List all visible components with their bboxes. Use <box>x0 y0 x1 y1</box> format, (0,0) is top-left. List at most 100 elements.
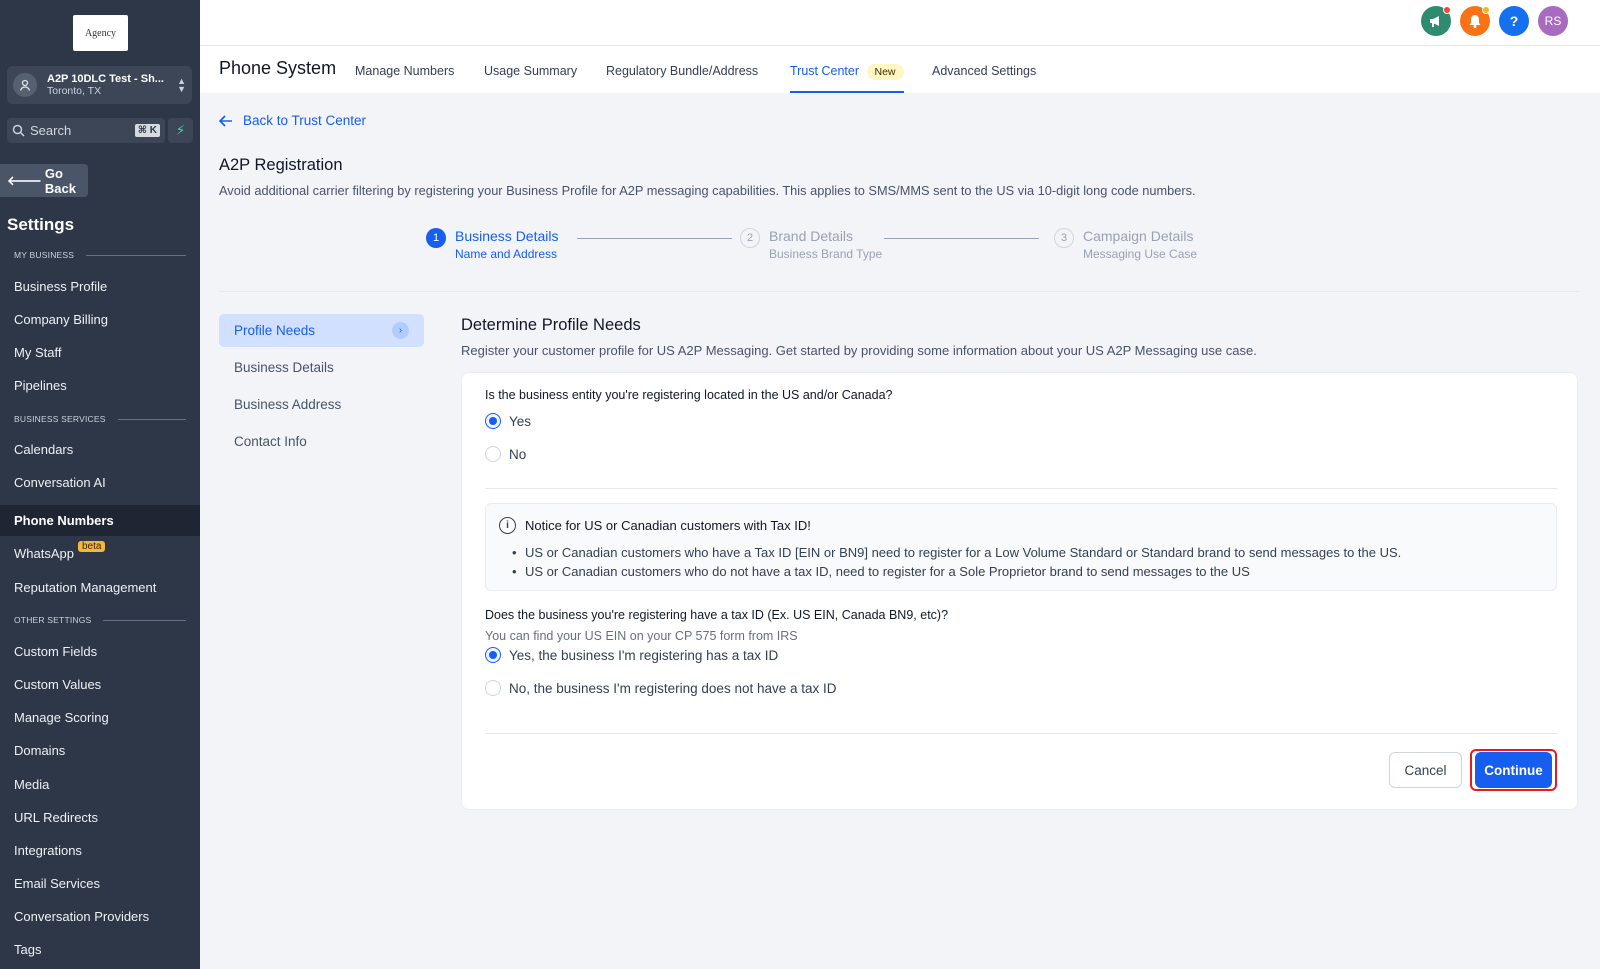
back-to-trust-center-link[interactable]: Back to Trust Center <box>219 113 366 128</box>
registration-stepper: 1 Business Details Name and Address 2 Br… <box>426 228 1226 268</box>
arrow-left-icon: 🡐 <box>7 172 42 188</box>
profile-subnav: Profile Needs › Business Details Busines… <box>219 314 424 462</box>
new-badge: New <box>866 64 904 80</box>
continue-button[interactable]: Continue <box>1475 752 1552 788</box>
step-campaign-details[interactable]: 3 Campaign Details Messaging Use Case <box>1054 228 1197 261</box>
back-link-label: Back to Trust Center <box>243 113 367 128</box>
sidebar-item-conversation-providers[interactable]: Conversation Providers <box>0 901 200 931</box>
user-avatar[interactable]: RS <box>1538 6 1568 36</box>
step-number: 2 <box>740 228 760 248</box>
chevron-right-icon: › <box>392 322 409 339</box>
search-shortcut: ⌘ K <box>134 124 160 137</box>
sidebar-item-reputation-management[interactable]: Reputation Management <box>0 572 200 602</box>
tab-advanced-settings[interactable]: Advanced Settings <box>932 64 1036 93</box>
bell-icon[interactable] <box>1460 6 1490 36</box>
megaphone-icon[interactable] <box>1421 6 1451 36</box>
page-subtitle: Avoid additional carrier filtering by re… <box>219 183 1196 198</box>
go-back-label: Go Back <box>44 165 76 196</box>
radio-label: Yes <box>509 413 532 429</box>
tab-regulatory-bundle[interactable]: Regulatory Bundle/Address <box>606 64 758 93</box>
radio-tax-id-no[interactable]: No, the business I'm registering does no… <box>485 680 837 696</box>
cancel-button[interactable]: Cancel <box>1389 752 1462 788</box>
step-number: 3 <box>1054 228 1074 248</box>
divider <box>219 291 1579 292</box>
radio-checked <box>485 647 501 663</box>
settings-title: Settings <box>7 215 75 234</box>
tabs-bar: Phone System Manage Numbers Usage Summar… <box>200 46 1600 93</box>
section-label-other-settings: OTHER SETTINGS <box>14 615 186 625</box>
sidebar-item-custom-fields[interactable]: Custom Fields <box>0 636 200 666</box>
notice-title: Notice for US or Canadian customers with… <box>525 518 811 533</box>
subnav-item-business-details[interactable]: Business Details <box>219 351 424 384</box>
sidebar-item-whatsapp[interactable]: WhatsApp beta <box>0 538 200 568</box>
step-subtitle: Business Brand Type <box>769 247 883 261</box>
tab-trust-center[interactable]: Trust Center New <box>790 64 904 93</box>
step-connector <box>577 238 732 239</box>
divider <box>485 733 1557 734</box>
quick-action-bolt-icon[interactable]: ⚡ <box>168 118 193 143</box>
subnav-item-business-address[interactable]: Business Address <box>219 388 424 421</box>
logo-text: Agency <box>84 27 117 39</box>
step-subtitle: Messaging Use Case <box>1083 247 1198 261</box>
tab-label: Trust Center <box>790 64 860 78</box>
profile-needs-card: Is the business entity you're registerin… <box>461 372 1578 810</box>
sidebar-item-conversation-ai[interactable]: Conversation AI <box>0 467 200 497</box>
tab-usage-summary[interactable]: Usage Summary <box>484 64 577 93</box>
notice-list: US or Canadian customers who have a Tax … <box>512 543 1401 581</box>
sidebar-item-company-billing[interactable]: Company Billing <box>0 304 200 334</box>
tab-manage-numbers[interactable]: Manage Numbers <box>355 64 454 93</box>
step-number: 1 <box>426 228 446 248</box>
sidebar-item-business-profile[interactable]: Business Profile <box>0 271 200 301</box>
sidebar-item-label: WhatsApp <box>14 545 74 561</box>
sidebar-item-calendars[interactable]: Calendars <box>0 434 200 464</box>
sidebar-item-my-staff[interactable]: My Staff <box>0 337 200 367</box>
tax-id-hint: You can find your US EIN on your CP 575 … <box>485 629 798 643</box>
radio-location-no[interactable]: No <box>485 446 526 462</box>
account-name: A2P 10DLC Test - Sh... <box>47 73 164 85</box>
radio-label: Yes, the business I'm registering has a … <box>509 647 779 663</box>
sidebar-item-media[interactable]: Media <box>0 769 200 799</box>
sidebar-item-integrations[interactable]: Integrations <box>0 835 200 865</box>
radio-label: No, the business I'm registering does no… <box>509 680 837 696</box>
sidebar-item-domains[interactable]: Domains <box>0 735 200 765</box>
help-icon[interactable]: ? <box>1499 6 1529 36</box>
radio-unchecked <box>485 446 501 462</box>
sidebar-item-phone-numbers[interactable]: Phone Numbers <box>0 505 200 536</box>
radio-tax-id-yes[interactable]: Yes, the business I'm registering has a … <box>485 647 778 663</box>
sidebar-item-url-redirects[interactable]: URL Redirects <box>0 802 200 832</box>
account-switcher[interactable]: A2P 10DLC Test - Sh... Toronto, TX ▲ ▼ <box>7 66 192 104</box>
search-placeholder: Search <box>30 123 72 138</box>
sidebar-item-custom-values[interactable]: Custom Values <box>0 669 200 699</box>
step-title: Business Details <box>455 228 559 244</box>
radio-location-yes[interactable]: Yes <box>485 413 531 429</box>
page-title: A2P Registration <box>219 156 343 174</box>
section-subtitle: Register your customer profile for US A2… <box>461 343 1257 358</box>
sidebar-item-manage-scoring[interactable]: Manage Scoring <box>0 702 200 732</box>
radio-label: No <box>509 446 527 462</box>
subnav-item-profile-needs[interactable]: Profile Needs › <box>219 314 424 347</box>
continue-button-highlight: Continue <box>1470 749 1557 791</box>
question-location: Is the business entity you're registerin… <box>485 388 893 402</box>
go-back-button[interactable]: 🡐 Go Back <box>0 164 88 197</box>
section-label-business-services: BUSINESS SERVICES <box>14 414 186 424</box>
app-title: Phone System <box>219 58 337 78</box>
sidebar-item-email-services[interactable]: Email Services <box>0 868 200 898</box>
info-icon: i <box>499 517 516 534</box>
sidebar-item-pipelines[interactable]: Pipelines <box>0 370 200 400</box>
radio-unchecked <box>485 680 501 696</box>
notice-bullet: US or Canadian customers who do not have… <box>512 562 1401 581</box>
step-subtitle: Name and Address <box>455 247 558 261</box>
agency-logo[interactable]: Agency <box>73 15 128 51</box>
top-header: ? RS <box>200 0 1600 46</box>
notice-bullet: US or Canadian customers who have a Tax … <box>512 543 1401 562</box>
search-icon <box>12 124 25 137</box>
step-brand-details[interactable]: 2 Brand Details Business Brand Type <box>740 228 882 261</box>
subnav-item-contact-info[interactable]: Contact Info <box>219 425 424 458</box>
section-label-my-business: MY BUSINESS <box>14 250 186 260</box>
sidebar-item-tags[interactable]: Tags <box>0 934 200 964</box>
question-tax-id: Does the business you're registering hav… <box>485 608 949 622</box>
sidebar: Agency A2P 10DLC Test - Sh... Toronto, T… <box>0 0 200 969</box>
search-input[interactable]: Search ⌘ K <box>7 118 165 143</box>
account-location: Toronto, TX <box>47 85 102 97</box>
step-business-details[interactable]: 1 Business Details Name and Address <box>426 228 559 261</box>
